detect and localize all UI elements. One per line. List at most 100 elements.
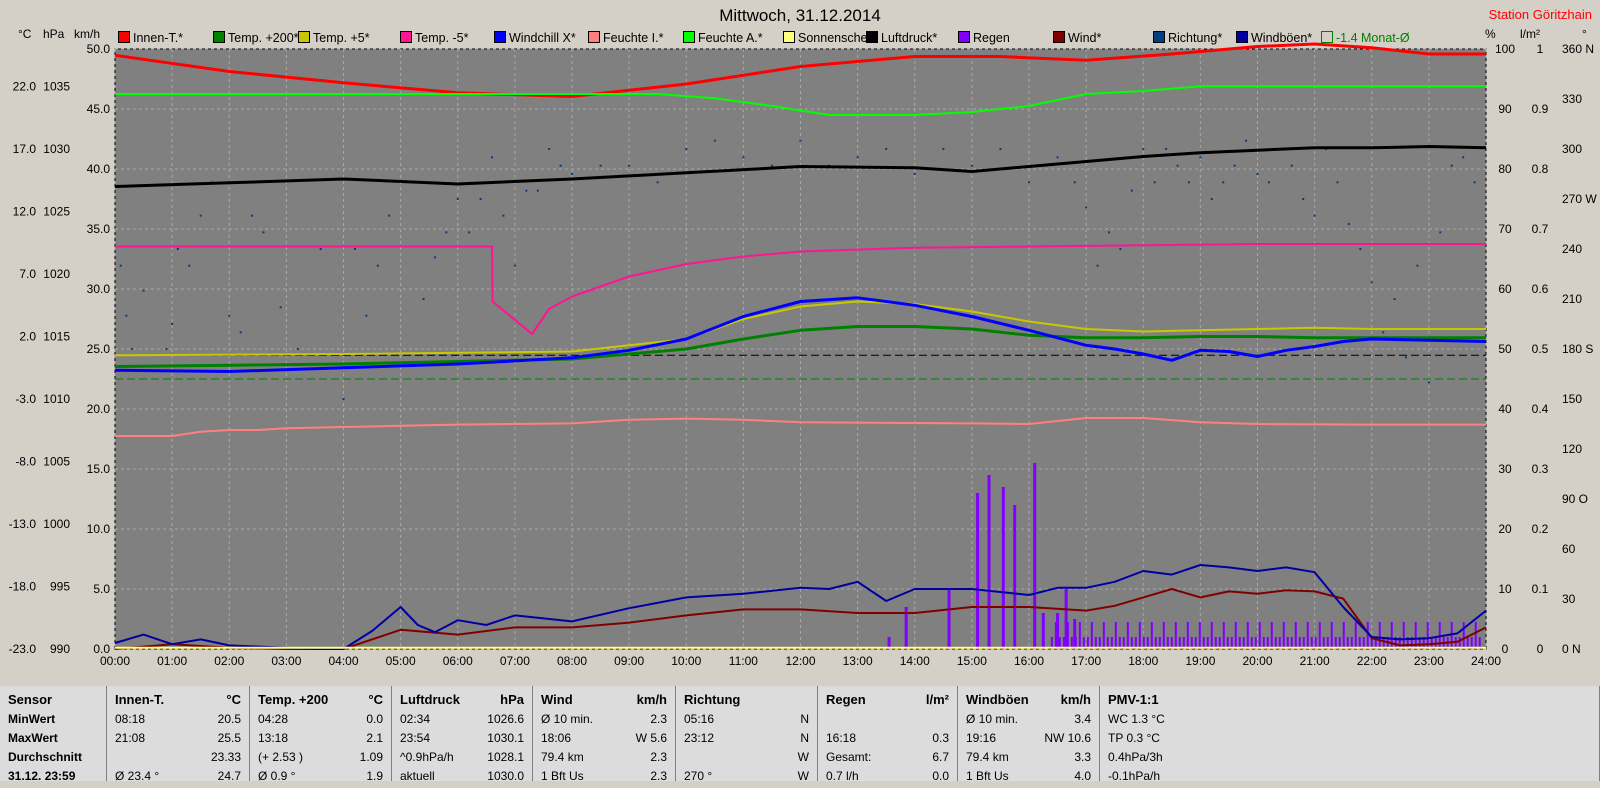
- direction-point: [119, 264, 122, 267]
- stats-cell: 0.3: [932, 731, 949, 745]
- stats-cell: 13:18: [258, 731, 289, 745]
- direction-point: [1290, 164, 1293, 167]
- direction-point: [199, 214, 202, 217]
- hpa-tick-label: 1035: [43, 80, 70, 94]
- stats-header-cell: Luftdruck: [400, 692, 460, 707]
- direction-point: [1056, 156, 1059, 159]
- stats-cell: 16:18: [826, 731, 857, 745]
- direction-tick-label: 300: [1562, 142, 1582, 156]
- stats-cell: Ø 10 min.: [541, 712, 594, 726]
- stats-row: 0.7 l/h 0.0: [826, 769, 949, 788]
- stats-column-header: Regen l/m²: [826, 692, 949, 712]
- stats-cell: 4.0: [1074, 769, 1091, 783]
- stats-cell: MaxWert: [8, 731, 58, 745]
- stats-cell: 02:34: [400, 712, 431, 726]
- percent-tick-label: 90: [1498, 102, 1512, 116]
- stats-column-header: Richtung: [684, 692, 809, 712]
- stats-cell: -0.1hPa/h: [1108, 769, 1161, 783]
- stats-table: Sensor MinWert MaxWert Durchschnitt 31.12. 2…: [0, 686, 1600, 783]
- chart-area: Mittwoch, 31.12.2014 Station Göritzhain …: [0, 0, 1600, 680]
- x-tick-label: 04:00: [328, 654, 358, 668]
- stats-cell: aktuell: [400, 769, 435, 783]
- stats-cell: N: [800, 731, 809, 745]
- percent-tick-label: 80: [1498, 162, 1512, 176]
- stats-cell: 08:18: [115, 712, 146, 726]
- direction-point: [433, 256, 436, 259]
- direction-point: [913, 173, 916, 175]
- stats-row: MinWert: [8, 712, 98, 731]
- x-tick-label: 09:00: [614, 654, 644, 668]
- stats-column-header: PMV-1:1: [1108, 692, 1591, 712]
- stats-row: 08:18 20.5: [115, 712, 241, 731]
- stats-row: Durchschnitt: [8, 750, 98, 769]
- direction-point: [296, 348, 299, 350]
- hpa-tick-label: 1000: [43, 517, 70, 531]
- hpa-tick-label: 1005: [43, 455, 70, 469]
- stats-header-cell: Regen: [826, 692, 866, 707]
- celsius-tick-label: 12.0: [13, 205, 37, 219]
- direction-point: [165, 348, 168, 350]
- stats-row: 16:18 0.3: [826, 731, 949, 750]
- direction-point: [1405, 356, 1408, 359]
- direction-point: [1302, 198, 1305, 200]
- stats-row: aktuell 1030.0: [400, 769, 524, 788]
- x-tick-label: 02:00: [214, 654, 244, 668]
- celsius-tick-label: -23.0: [9, 642, 37, 656]
- stats-cell: 1026.6: [487, 712, 524, 726]
- lm2-tick-label: 1: [1537, 42, 1544, 56]
- direction-tick-label: 60: [1562, 542, 1576, 556]
- percent-tick-label: 60: [1498, 282, 1512, 296]
- direction-point: [131, 348, 134, 350]
- stats-row: 23:54 1030.1: [400, 731, 524, 750]
- direction-point: [228, 314, 231, 317]
- stats-row: ^0.9hPa/h 1028.1: [400, 750, 524, 769]
- direction-point: [1073, 181, 1076, 184]
- x-tick-label: 18:00: [1128, 654, 1158, 668]
- direction-point: [1382, 331, 1385, 334]
- hpa-tick-label: 1025: [43, 205, 70, 219]
- stats-column: Luftdruck hPa 02:34 1026.6 23:54 1030.1 ^0.9hP…: [392, 686, 533, 783]
- stats-cell: 1 Bft Us: [966, 769, 1009, 783]
- stats-row: Ø 10 min. 2.3: [541, 712, 667, 731]
- stats-cell: 6.7: [932, 750, 949, 764]
- stats-cell: Durchschnitt: [8, 750, 83, 764]
- direction-point: [468, 231, 471, 234]
- stats-header-cell: Innen-T.: [115, 692, 165, 707]
- stats-header-cell: PMV-1:1: [1108, 692, 1159, 707]
- direction-point: [970, 164, 973, 167]
- stats-cell: ^0.9hPa/h: [400, 750, 454, 764]
- stats-cell: 21:08: [115, 731, 146, 745]
- stats-cell: (+ 2.53 ): [258, 750, 304, 764]
- stats-cell: 79.4 km: [966, 750, 1009, 764]
- stats-row: 1 Bft Us 4.0: [966, 769, 1091, 788]
- stats-column-header: Temp. +200 °C: [258, 692, 383, 712]
- x-tick-label: 19:00: [1185, 654, 1215, 668]
- x-tick-label: 07:00: [500, 654, 530, 668]
- stats-header-cell: hPa: [500, 692, 524, 707]
- hpa-tick-label: 1020: [43, 267, 70, 281]
- direction-point: [445, 231, 448, 234]
- direction-point: [1233, 164, 1236, 167]
- stats-row: W: [684, 750, 809, 769]
- stats-cell: Gesamt:: [826, 750, 872, 764]
- celsius-tick-label: -8.0: [15, 455, 36, 469]
- stats-row: Gesamt: 6.7: [826, 750, 949, 769]
- stats-column-header: Sensor: [8, 692, 98, 712]
- direction-point: [1473, 181, 1476, 184]
- direction-point: [1119, 248, 1122, 250]
- direction-point: [1210, 198, 1213, 200]
- stats-cell: TP 0.3 °C: [1108, 731, 1160, 745]
- direction-point: [1085, 206, 1088, 209]
- direction-point: [1359, 248, 1362, 250]
- direction-point: [856, 156, 859, 159]
- percent-tick-label: 10: [1498, 582, 1512, 596]
- direction-point: [479, 198, 482, 200]
- stats-row: (+ 2.53 ) 1.09: [258, 750, 383, 769]
- direction-tick-label: 90 O: [1562, 492, 1588, 506]
- x-tick-label: 12:00: [785, 654, 815, 668]
- direction-tick-label: 180 S: [1562, 342, 1593, 356]
- stats-cell: 1.9: [366, 769, 383, 783]
- stats-cell: 0.7 l/h: [826, 769, 859, 783]
- celsius-tick-label: 17.0: [13, 142, 37, 156]
- stats-column-header: Innen-T. °C: [115, 692, 241, 712]
